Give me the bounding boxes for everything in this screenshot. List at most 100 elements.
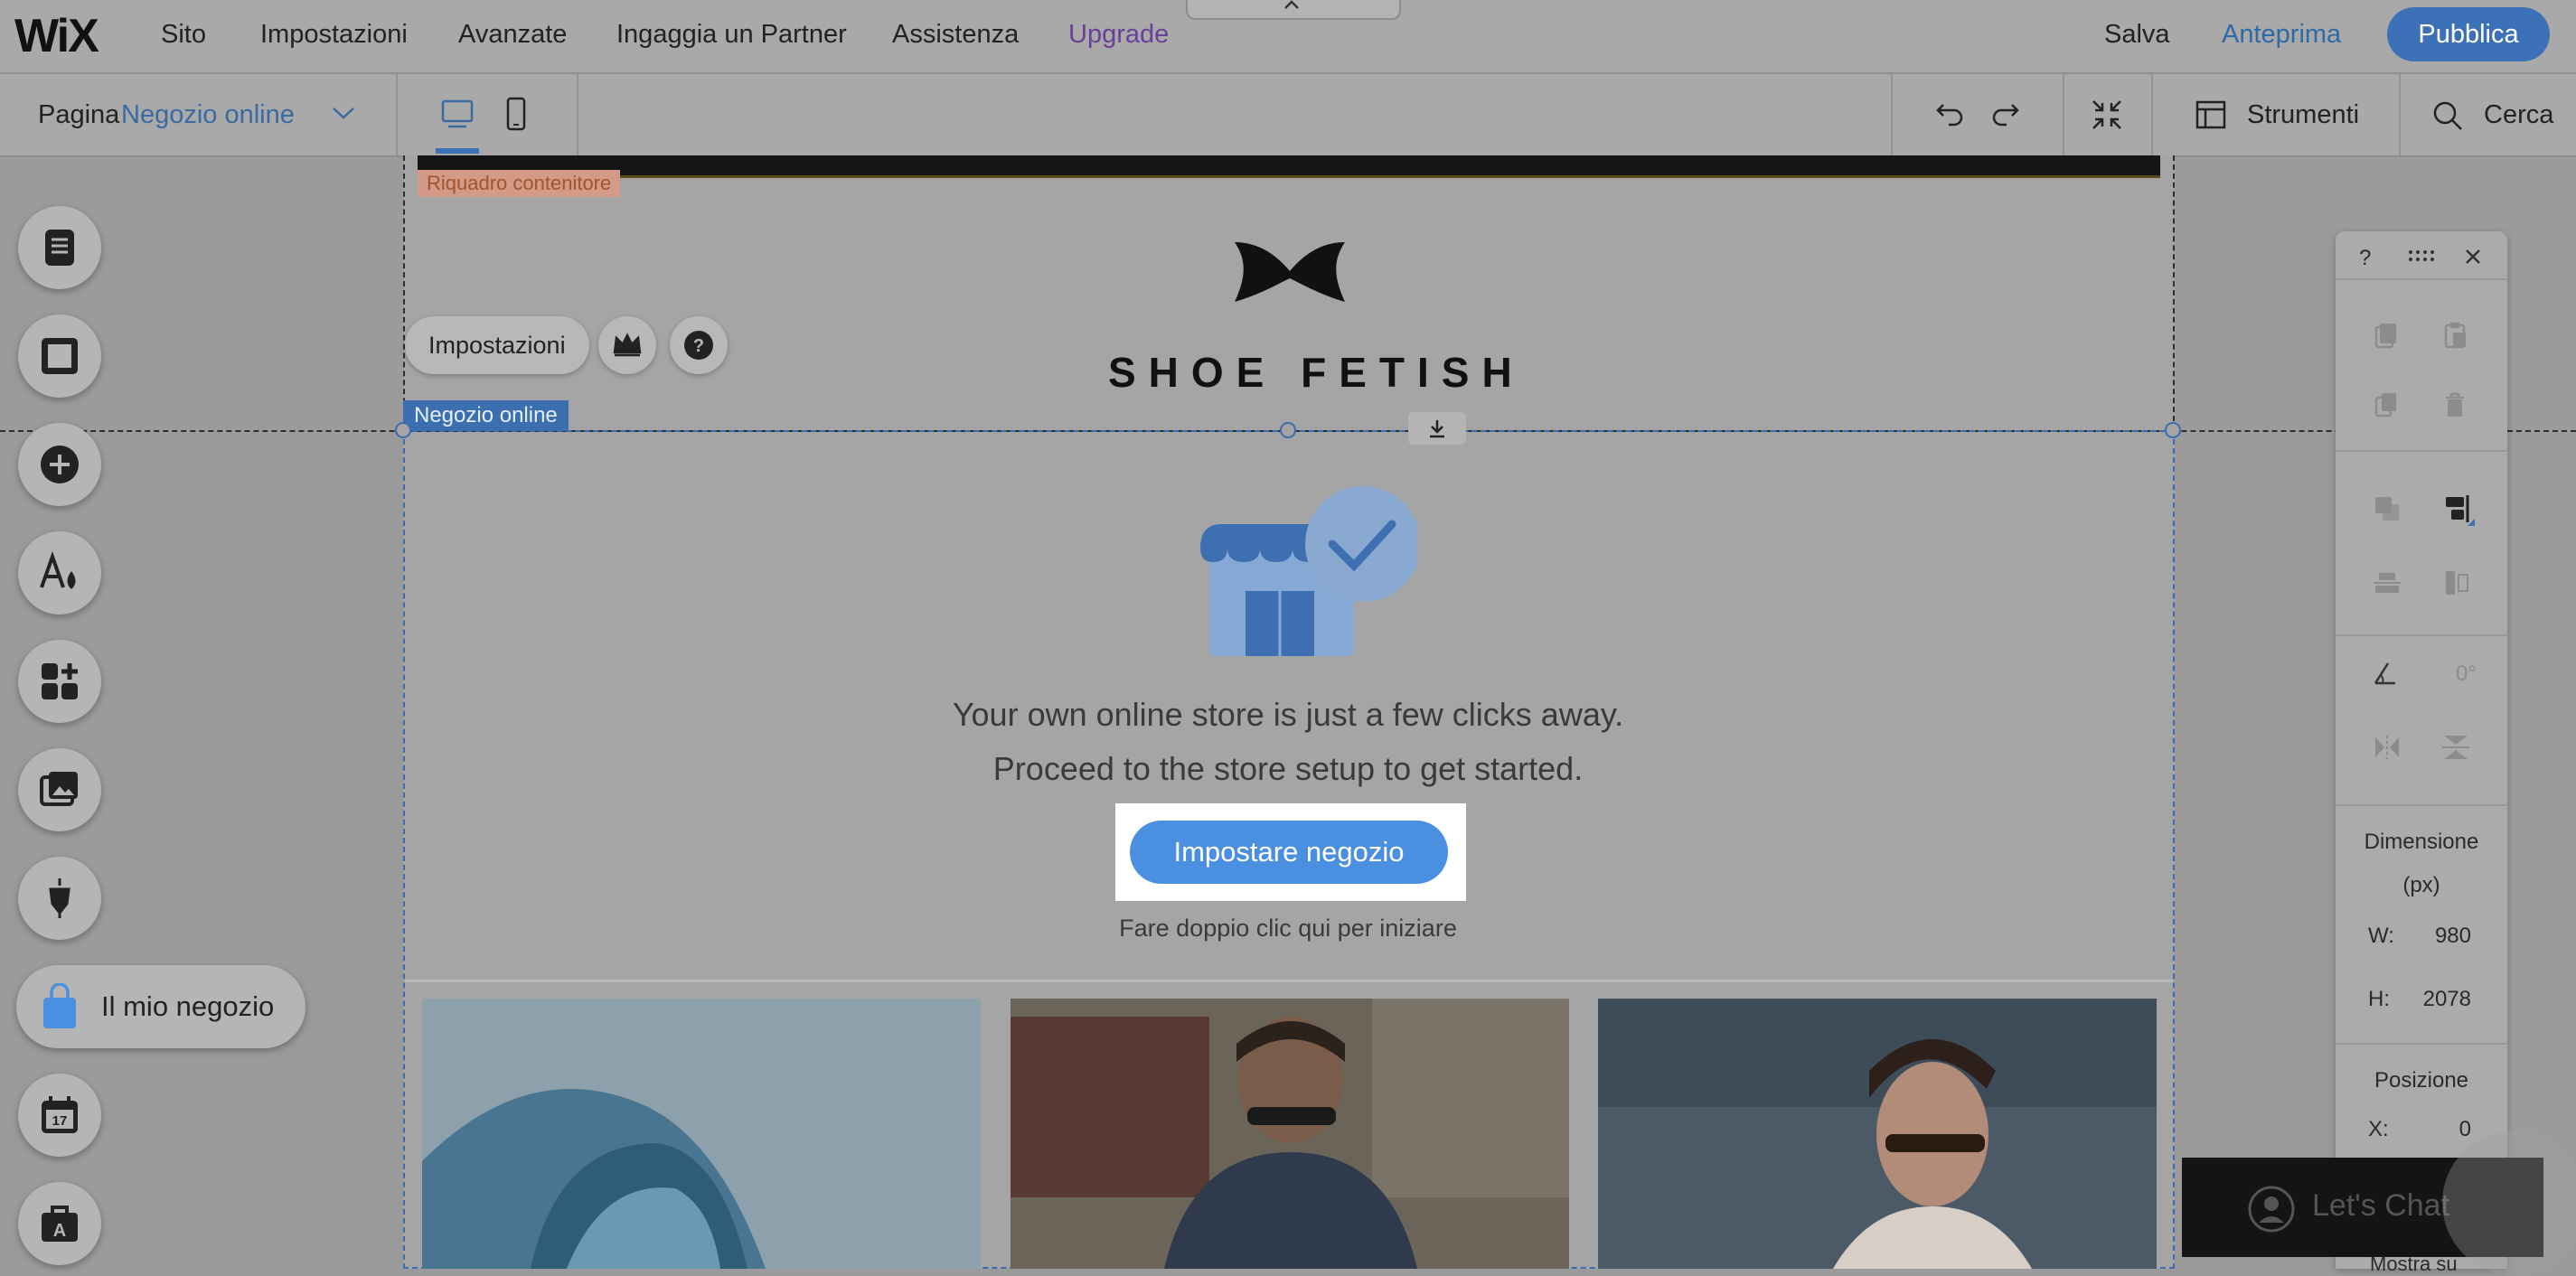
- tools-icon[interactable]: [2195, 99, 2227, 130]
- close-icon[interactable]: [2464, 248, 2482, 266]
- download-arrow-icon: [1430, 420, 1444, 438]
- search-icon[interactable]: [2431, 99, 2464, 132]
- copy-icon[interactable]: [2372, 320, 2401, 349]
- x-label: X:: [2368, 1117, 2389, 1141]
- chat-widget[interactable]: Let's Chat: [2182, 1131, 2576, 1275]
- height-value[interactable]: 2078: [2417, 987, 2471, 1012]
- duplicate-icon[interactable]: [2372, 390, 2401, 419]
- shopping-bag-icon: [43, 983, 76, 1028]
- width-label: W:: [2368, 924, 2394, 948]
- paste-icon[interactable]: [2440, 320, 2469, 349]
- drag-handle-icon[interactable]: [2408, 249, 2435, 262]
- blog-button[interactable]: [18, 857, 101, 940]
- media-button[interactable]: [18, 748, 101, 831]
- panel-divider: [2336, 450, 2507, 452]
- calendar-icon: 17: [42, 1096, 78, 1133]
- header-container[interactable]: [418, 155, 2160, 178]
- editor-toolbar: Pagina Negozio online Strumenti Cerca: [0, 74, 2576, 157]
- arrange-icon[interactable]: [2372, 493, 2402, 524]
- collapse-topbar-tab[interactable]: [1186, 0, 1401, 20]
- width-value[interactable]: 980: [2417, 924, 2471, 949]
- question-icon: ?: [684, 331, 713, 360]
- show-more-link[interactable]: Mostra su: [2370, 1253, 2458, 1276]
- publish-button[interactable]: Pubblica: [2387, 7, 2550, 61]
- brand-name[interactable]: SHOE FETISH: [1108, 348, 1525, 397]
- height-label: H:: [2368, 987, 2390, 1011]
- undo-icon[interactable]: [1934, 98, 1967, 130]
- crown-icon: [613, 333, 642, 357]
- zoom-out-icon[interactable]: [2090, 98, 2124, 132]
- size-unit: (px): [2402, 873, 2440, 897]
- flip-vertical-icon[interactable]: [2440, 732, 2471, 763]
- product-image-man[interactable]: [1011, 999, 1569, 1269]
- page-guide-right: [2173, 155, 2175, 430]
- resize-handle[interactable]: [2165, 422, 2181, 438]
- business-tools-button[interactable]: A: [18, 1182, 101, 1265]
- container-label: Riquadro contenitore: [418, 170, 621, 197]
- pages-icon: [45, 230, 74, 266]
- mobile-view-icon[interactable]: [503, 96, 530, 132]
- search-button[interactable]: Cerca: [2484, 100, 2553, 130]
- wix-logo[interactable]: WiX: [14, 9, 99, 63]
- distribute-icon[interactable]: [2372, 568, 2402, 598]
- menu-site[interactable]: Sito: [161, 20, 206, 50]
- product-image-wave[interactable]: [422, 999, 981, 1269]
- svg-text:A: A: [53, 1221, 66, 1241]
- app-market-button[interactable]: [18, 640, 101, 723]
- design-icon: [40, 551, 76, 589]
- add-button[interactable]: [18, 423, 101, 506]
- product-image-woman[interactable]: [1598, 999, 2157, 1269]
- pages-menu-button[interactable]: [18, 206, 101, 289]
- menu-advanced[interactable]: Avanzate: [458, 20, 567, 50]
- menu-hire-partner[interactable]: Ingaggia un Partner: [616, 20, 847, 50]
- divider: [2063, 74, 2064, 155]
- rotation-value[interactable]: 0°: [2440, 661, 2477, 687]
- panel-help-button[interactable]: ?: [2359, 246, 2371, 271]
- plus-icon: [41, 446, 79, 483]
- panel-divider: [2336, 634, 2507, 636]
- bookings-button[interactable]: 17: [18, 1074, 101, 1157]
- bow-logo-icon[interactable]: [1229, 237, 1350, 311]
- divider: [2399, 74, 2401, 155]
- flip-horizontal-icon[interactable]: [2372, 734, 2402, 761]
- menu-upgrade[interactable]: Upgrade: [1068, 20, 1169, 50]
- divider: [396, 74, 398, 155]
- svg-text:?: ?: [693, 336, 704, 356]
- section-label: Negozio online: [403, 400, 569, 431]
- briefcase-icon: A: [42, 1206, 78, 1242]
- page-guide-left: [403, 155, 405, 430]
- active-view-indicator: [436, 148, 479, 154]
- page-selector[interactable]: Negozio online: [121, 100, 295, 130]
- help-button[interactable]: ?: [670, 316, 728, 374]
- svg-text:17: 17: [52, 1113, 68, 1129]
- stretch-button[interactable]: [1408, 412, 1466, 445]
- size-title: Dimensione: [2364, 830, 2479, 854]
- design-button[interactable]: [18, 531, 101, 615]
- align-right-icon[interactable]: [2440, 492, 2475, 526]
- match-size-icon[interactable]: [2440, 568, 2471, 598]
- background-button[interactable]: [18, 314, 101, 398]
- rotate-icon[interactable]: [2372, 660, 2399, 687]
- media-icon: [40, 772, 78, 806]
- my-store-button[interactable]: Il mio negozio: [16, 965, 306, 1048]
- panel-divider: [2336, 804, 2507, 806]
- tools-button[interactable]: Strumenti: [2247, 100, 2359, 130]
- resize-handle[interactable]: [1280, 422, 1296, 438]
- chat-bubble[interactable]: [2442, 1131, 2576, 1275]
- apps-icon: [42, 663, 78, 699]
- delete-icon[interactable]: [2440, 390, 2469, 419]
- preview-button[interactable]: Anteprima: [2222, 20, 2341, 50]
- menu-settings[interactable]: Impostazioni: [260, 20, 408, 50]
- save-button[interactable]: Salva: [2104, 20, 2170, 50]
- resize-handle[interactable]: [395, 422, 411, 438]
- setup-store-button[interactable]: Impostare negozio: [1130, 821, 1448, 884]
- premium-button[interactable]: [598, 316, 656, 374]
- panel-divider: [2336, 278, 2507, 280]
- chevron-down-icon[interactable]: [331, 105, 356, 121]
- x-value[interactable]: 0: [2417, 1117, 2471, 1142]
- redo-icon[interactable]: [1988, 98, 2021, 130]
- desktop-view-icon[interactable]: [439, 98, 475, 130]
- menu-help[interactable]: Assistenza: [892, 20, 1019, 50]
- page-label: Pagina: [38, 100, 120, 129]
- section-settings-button[interactable]: Impostazioni: [405, 316, 589, 374]
